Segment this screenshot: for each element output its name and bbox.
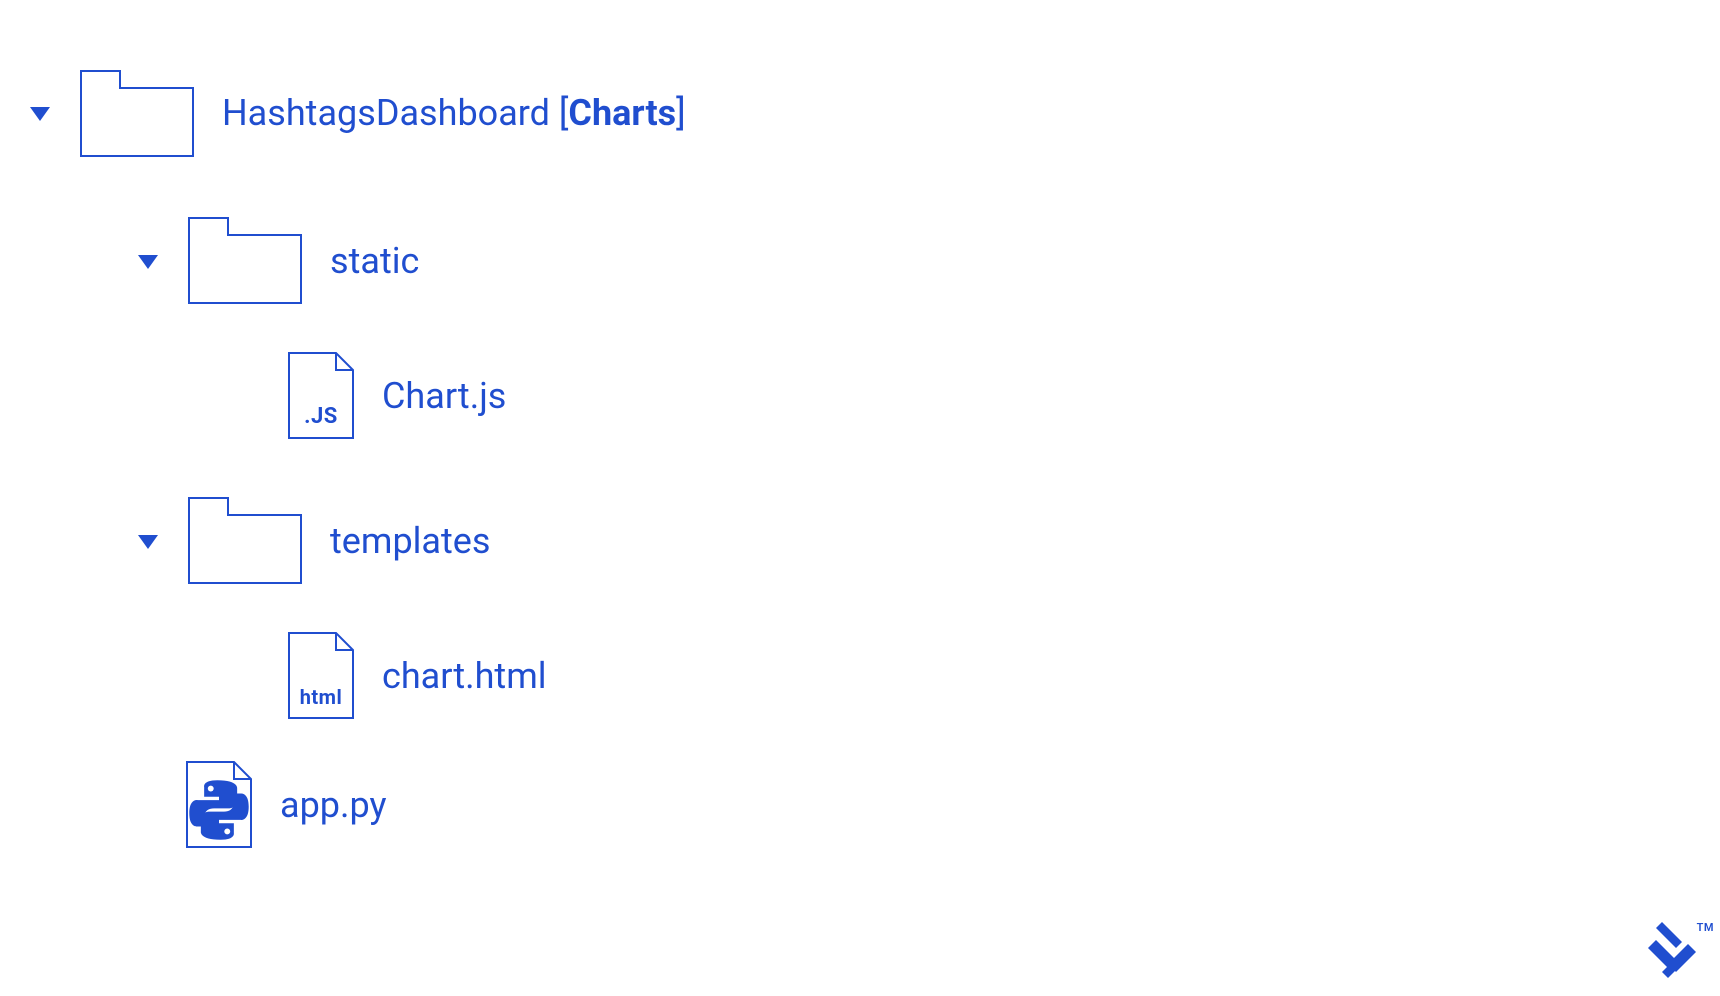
file-ext-label: .JS: [288, 404, 354, 429]
tree-row-chart-js[interactable]: .JS Chart.js: [288, 333, 1720, 458]
tree-row-chart-html[interactable]: html chart.html: [288, 613, 1720, 738]
tree-node-label: app.py: [280, 784, 387, 826]
chevron-down-icon[interactable]: [136, 529, 160, 553]
tree-node-label: HashtagsDashboard [Charts]: [222, 92, 686, 134]
chevron-down-icon[interactable]: [136, 249, 160, 273]
tree-row-static[interactable]: static: [136, 198, 1720, 323]
chevron-down-icon[interactable]: [28, 101, 52, 125]
tree-node-label: Chart.js: [382, 375, 506, 417]
html-file-icon: html: [288, 632, 354, 719]
tree-node-label: chart.html: [382, 655, 547, 697]
js-file-icon: .JS: [288, 352, 354, 439]
folder-icon: [80, 70, 194, 157]
python-logo-icon: [186, 766, 252, 853]
trademark-label: TM: [1697, 921, 1714, 934]
tree-row-app-py[interactable]: app.py: [186, 742, 1720, 867]
tree-row-root[interactable]: HashtagsDashboard [Charts]: [28, 48, 1720, 178]
tree-node-label: templates: [330, 520, 490, 562]
folder-icon: [188, 497, 302, 584]
tree-node-label: static: [330, 240, 419, 282]
python-file-icon: [186, 761, 252, 848]
tree-row-templates[interactable]: templates: [136, 478, 1720, 603]
file-ext-label: html: [288, 685, 354, 709]
folder-icon: [188, 217, 302, 304]
toptal-logo-icon: [1648, 922, 1696, 978]
file-tree: HashtagsDashboard [Charts] static .JS Ch…: [0, 0, 1720, 867]
